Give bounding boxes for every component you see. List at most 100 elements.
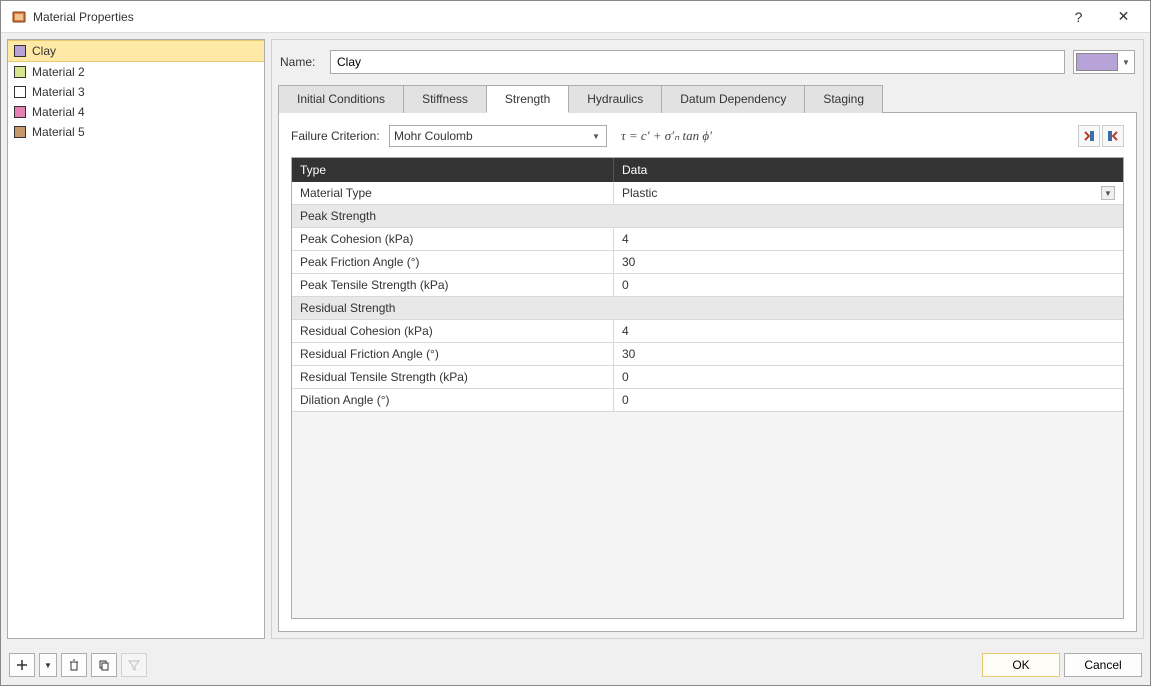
section-label: Peak Strength (292, 205, 1123, 227)
copy-properties-button[interactable] (1078, 125, 1100, 147)
property-label: Residual Cohesion (kPa) (292, 320, 614, 342)
plus-icon (16, 659, 28, 671)
titlebar: Material Properties ? ✕ (1, 1, 1150, 33)
material-color-swatch (14, 126, 26, 138)
property-label: Residual Tensile Strength (kPa) (292, 366, 614, 388)
property-value-cell[interactable]: 30 (614, 251, 1123, 273)
tabs-row: Initial ConditionsStiffnessStrengthHydra… (278, 84, 1137, 113)
filter-icon (128, 659, 140, 671)
window-title: Material Properties (33, 10, 134, 24)
name-label: Name: (280, 55, 322, 69)
property-section-header: Peak Strength (292, 205, 1123, 228)
property-value-cell[interactable]: 0 (614, 389, 1123, 411)
material-label: Material 5 (32, 125, 85, 139)
failure-criterion-row: Failure Criterion: Mohr Coulomb ▼ τ = c′… (291, 125, 1124, 147)
paste-properties-button[interactable] (1102, 125, 1124, 147)
material-label: Material 3 (32, 85, 85, 99)
column-header-type: Type (292, 158, 614, 182)
property-value-cell[interactable]: Plastic ▼ (614, 182, 1123, 204)
chevron-down-icon: ▼ (1120, 58, 1132, 67)
tab-staging[interactable]: Staging (804, 85, 883, 113)
name-input[interactable] (330, 50, 1065, 74)
property-value: 0 (622, 278, 629, 292)
property-row: Material Type Plastic ▼ (292, 182, 1123, 205)
property-row: Residual Friction Angle (°) 30 (292, 343, 1123, 366)
add-material-dropdown[interactable]: ▼ (39, 653, 57, 677)
tab-stiffness[interactable]: Stiffness (403, 85, 487, 113)
table-filler (292, 412, 1123, 618)
main-panel: Name: ▼ Initial ConditionsStiffnessStren… (271, 39, 1144, 639)
material-label: Material 2 (32, 65, 85, 79)
help-button[interactable]: ? (1056, 2, 1101, 32)
property-row: Residual Tensile Strength (kPa) 0 (292, 366, 1123, 389)
property-value: 30 (622, 347, 635, 361)
duplicate-material-button[interactable] (91, 653, 117, 677)
property-value: Plastic (622, 186, 657, 200)
property-value: 4 (622, 232, 629, 246)
property-label: Material Type (292, 182, 614, 204)
material-list-item[interactable]: Material 2 (8, 62, 264, 82)
add-material-button[interactable] (9, 653, 35, 677)
properties-table: Type Data Material Type Plastic ▼ Peak Stre… (291, 157, 1124, 619)
material-color-swatch (14, 86, 26, 98)
properties-table-header: Type Data (292, 158, 1123, 182)
property-value-cell[interactable]: 4 (614, 320, 1123, 342)
property-label: Peak Tensile Strength (kPa) (292, 274, 614, 296)
property-row: Peak Cohesion (kPa) 4 (292, 228, 1123, 251)
property-value: 30 (622, 255, 635, 269)
property-label: Peak Cohesion (kPa) (292, 228, 614, 250)
ok-button[interactable]: OK (982, 653, 1060, 677)
property-row: Dilation Angle (°) 0 (292, 389, 1123, 412)
chevron-down-icon: ▼ (590, 132, 602, 141)
materials-sidebar: Clay Material 2 Material 3 Material 4 Materi… (7, 39, 265, 639)
copy-icon (98, 659, 110, 671)
materials-list[interactable]: Clay Material 2 Material 3 Material 4 Materi… (8, 40, 264, 638)
tab-strength[interactable]: Strength (486, 85, 569, 113)
property-label: Residual Friction Angle (°) (292, 343, 614, 365)
property-value-cell[interactable]: 0 (614, 366, 1123, 388)
chevron-down-icon[interactable]: ▼ (1101, 186, 1115, 200)
tab-datum-dependency[interactable]: Datum Dependency (661, 85, 805, 113)
material-list-item[interactable]: Material 4 (8, 102, 264, 122)
delete-material-button[interactable] (61, 653, 87, 677)
failure-criterion-label: Failure Criterion: (291, 129, 383, 143)
filter-button (121, 653, 147, 677)
section-label: Residual Strength (292, 297, 1123, 319)
property-value-cell[interactable]: 0 (614, 274, 1123, 296)
failure-criterion-select[interactable]: Mohr Coulomb ▼ (389, 125, 607, 147)
failure-criterion-value: Mohr Coulomb (394, 129, 590, 143)
property-row: Peak Friction Angle (°) 30 (292, 251, 1123, 274)
property-value-cell[interactable]: 4 (614, 228, 1123, 250)
property-value: 0 (622, 370, 629, 384)
failure-criterion-equation: τ = c′ + σ′ₙ tan ϕ′ (621, 128, 712, 144)
material-list-item[interactable]: Material 5 (8, 122, 264, 142)
property-label: Peak Friction Angle (°) (292, 251, 614, 273)
property-label: Dilation Angle (°) (292, 389, 614, 411)
dialog-footer: ▼ OK Cancel (1, 645, 1150, 685)
property-value-cell[interactable]: 30 (614, 343, 1123, 365)
close-button[interactable]: ✕ (1101, 2, 1146, 32)
body-area: Clay Material 2 Material 3 Material 4 Materi… (1, 33, 1150, 645)
chevron-down-icon: ▼ (44, 661, 52, 670)
material-label: Clay (32, 44, 56, 58)
material-color-swatch (14, 66, 26, 78)
material-color-swatch (14, 106, 26, 118)
tab-initial-conditions[interactable]: Initial Conditions (278, 85, 404, 113)
app-icon (11, 9, 27, 25)
material-properties-dialog: Material Properties ? ✕ Clay Material 2 Ma… (0, 0, 1151, 686)
material-color-swatch (14, 45, 26, 57)
name-row: Name: ▼ (278, 46, 1137, 84)
color-swatch (1076, 53, 1118, 71)
property-value: 0 (622, 393, 629, 407)
material-list-item[interactable]: Clay (8, 40, 264, 62)
property-value: 4 (622, 324, 629, 338)
trash-icon (68, 659, 80, 671)
color-picker-button[interactable]: ▼ (1073, 50, 1135, 74)
material-label: Material 4 (32, 105, 85, 119)
cancel-button[interactable]: Cancel (1064, 653, 1142, 677)
tab-hydraulics[interactable]: Hydraulics (568, 85, 662, 113)
property-row: Peak Tensile Strength (kPa) 0 (292, 274, 1123, 297)
strength-tab-content: Failure Criterion: Mohr Coulomb ▼ τ = c′… (278, 113, 1137, 632)
material-list-item[interactable]: Material 3 (8, 82, 264, 102)
property-row: Residual Cohesion (kPa) 4 (292, 320, 1123, 343)
